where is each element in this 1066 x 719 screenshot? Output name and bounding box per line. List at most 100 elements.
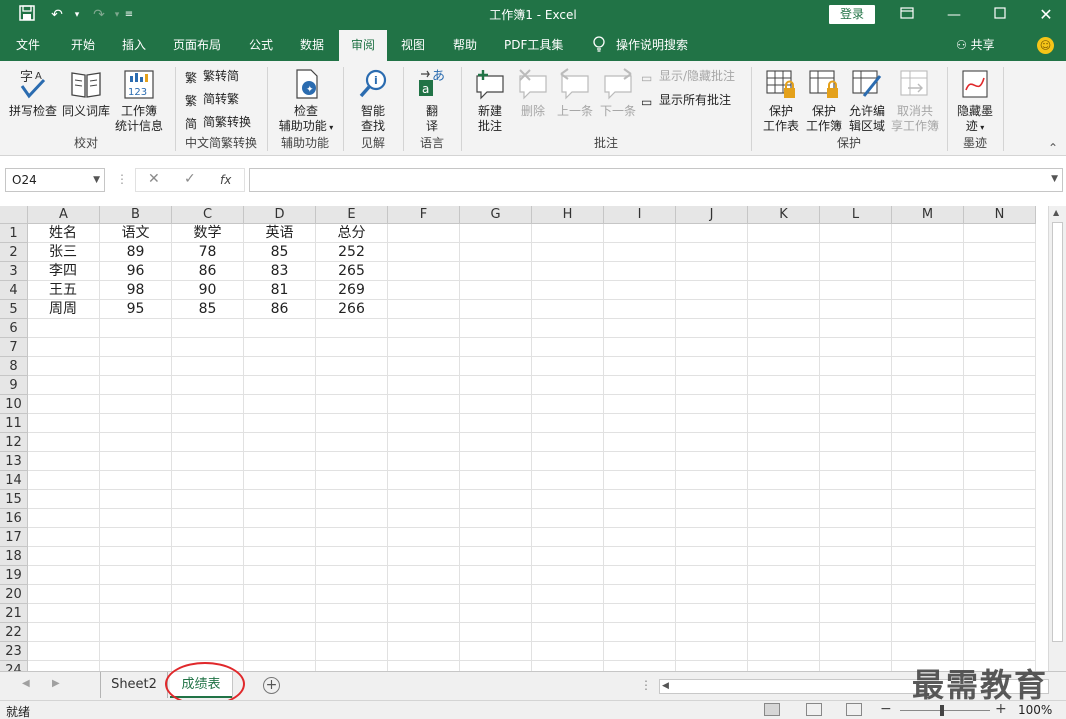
cell-h15[interactable] — [532, 490, 604, 509]
row-header-10[interactable]: 10 — [0, 395, 28, 414]
cell-m18[interactable] — [892, 547, 964, 566]
cell-j24[interactable] — [676, 661, 748, 671]
show-hide-comment-button[interactable]: ▭ 显示/隐藏批注 — [641, 66, 735, 86]
cell-l6[interactable] — [820, 319, 892, 338]
cell-i6[interactable] — [604, 319, 676, 338]
cell-b15[interactable] — [100, 490, 172, 509]
cell-n15[interactable] — [964, 490, 1036, 509]
cell-n17[interactable] — [964, 528, 1036, 547]
cell-i13[interactable] — [604, 452, 676, 471]
cell-n8[interactable] — [964, 357, 1036, 376]
cell-h21[interactable] — [532, 604, 604, 623]
enter-icon[interactable]: ✓ — [184, 171, 196, 187]
cell-b4[interactable]: 98 — [100, 281, 172, 300]
cell-i19[interactable] — [604, 566, 676, 585]
cell-k13[interactable] — [748, 452, 820, 471]
row-header-21[interactable]: 21 — [0, 604, 28, 623]
name-box[interactable]: O24 ▼ — [5, 168, 105, 192]
cell-g12[interactable] — [460, 433, 532, 452]
protect-workbook-button[interactable]: 保护 工作簿 — [802, 68, 846, 134]
column-header-i[interactable]: I — [604, 206, 676, 224]
row-header-9[interactable]: 9 — [0, 376, 28, 395]
column-header-f[interactable]: F — [388, 206, 460, 224]
cell-f2[interactable] — [388, 243, 460, 262]
cell-i16[interactable] — [604, 509, 676, 528]
cell-h7[interactable] — [532, 338, 604, 357]
cell-m9[interactable] — [892, 376, 964, 395]
cell-h23[interactable] — [532, 642, 604, 661]
cell-k23[interactable] — [748, 642, 820, 661]
cell-e2[interactable]: 252 — [316, 243, 388, 262]
cell-i15[interactable] — [604, 490, 676, 509]
tab-page-layout[interactable]: 页面布局 — [163, 30, 231, 61]
cell-d20[interactable] — [244, 585, 316, 604]
cell-n2[interactable] — [964, 243, 1036, 262]
tab-file[interactable]: 文件 — [6, 30, 50, 61]
cell-f3[interactable] — [388, 262, 460, 281]
cell-j23[interactable] — [676, 642, 748, 661]
smart-lookup-button[interactable]: i 智能 查找 — [351, 68, 395, 134]
unshare-workbook-button[interactable]: 取消共 享工作簿 — [889, 68, 941, 134]
cell-g8[interactable] — [460, 357, 532, 376]
page-layout-view-icon[interactable] — [806, 703, 822, 716]
cell-h22[interactable] — [532, 623, 604, 642]
cell-n13[interactable] — [964, 452, 1036, 471]
cell-m11[interactable] — [892, 414, 964, 433]
cell-f12[interactable] — [388, 433, 460, 452]
cell-h17[interactable] — [532, 528, 604, 547]
sheet-prev-icon[interactable]: ◀ — [22, 678, 30, 689]
column-header-k[interactable]: K — [748, 206, 820, 224]
page-break-view-icon[interactable] — [846, 703, 862, 716]
cell-h20[interactable] — [532, 585, 604, 604]
cell-b19[interactable] — [100, 566, 172, 585]
cell-h3[interactable] — [532, 262, 604, 281]
cell-k15[interactable] — [748, 490, 820, 509]
cell-a17[interactable] — [28, 528, 100, 547]
cell-l9[interactable] — [820, 376, 892, 395]
chinese-conversion-button[interactable]: 简简繁转换 — [185, 112, 251, 132]
cell-b22[interactable] — [100, 623, 172, 642]
cell-j11[interactable] — [676, 414, 748, 433]
cell-n20[interactable] — [964, 585, 1036, 604]
cell-a6[interactable] — [28, 319, 100, 338]
cell-l19[interactable] — [820, 566, 892, 585]
cell-h8[interactable] — [532, 357, 604, 376]
smiley-feedback-icon[interactable]: ☺ — [1037, 37, 1054, 54]
column-header-a[interactable]: A — [28, 206, 100, 224]
cell-l5[interactable] — [820, 300, 892, 319]
cell-l15[interactable] — [820, 490, 892, 509]
cell-k1[interactable] — [748, 224, 820, 243]
cell-e14[interactable] — [316, 471, 388, 490]
cell-n12[interactable] — [964, 433, 1036, 452]
translate-button[interactable]: aあ 翻 译 — [413, 68, 451, 134]
vertical-scrollbar[interactable]: ▲ — [1048, 206, 1066, 671]
cell-g13[interactable] — [460, 452, 532, 471]
share-button[interactable]: ⚇ 共享 — [956, 30, 995, 61]
cell-b21[interactable] — [100, 604, 172, 623]
worksheet-grid[interactable]: A B C D E F G H I J K L M N 1 姓名 语文 数学 英语 总分 2 张三 89 78 85 252 3 李四… — [0, 206, 1048, 671]
cell-a23[interactable] — [28, 642, 100, 661]
cell-g23[interactable] — [460, 642, 532, 661]
cell-h19[interactable] — [532, 566, 604, 585]
cell-a20[interactable] — [28, 585, 100, 604]
cell-i3[interactable] — [604, 262, 676, 281]
spell-check-button[interactable]: 字A 拼写检查 — [8, 68, 58, 119]
cell-c1[interactable]: 数学 — [172, 224, 244, 243]
cell-l16[interactable] — [820, 509, 892, 528]
cell-d8[interactable] — [244, 357, 316, 376]
cell-f17[interactable] — [388, 528, 460, 547]
cell-a19[interactable] — [28, 566, 100, 585]
cell-j6[interactable] — [676, 319, 748, 338]
cell-i21[interactable] — [604, 604, 676, 623]
cell-e5[interactable]: 266 — [316, 300, 388, 319]
cell-a3[interactable]: 李四 — [28, 262, 100, 281]
cell-i5[interactable] — [604, 300, 676, 319]
row-header-11[interactable]: 11 — [0, 414, 28, 433]
cell-f20[interactable] — [388, 585, 460, 604]
cell-n3[interactable] — [964, 262, 1036, 281]
cell-c14[interactable] — [172, 471, 244, 490]
cell-k2[interactable] — [748, 243, 820, 262]
cell-f1[interactable] — [388, 224, 460, 243]
cell-e11[interactable] — [316, 414, 388, 433]
cell-b1[interactable]: 语文 — [100, 224, 172, 243]
